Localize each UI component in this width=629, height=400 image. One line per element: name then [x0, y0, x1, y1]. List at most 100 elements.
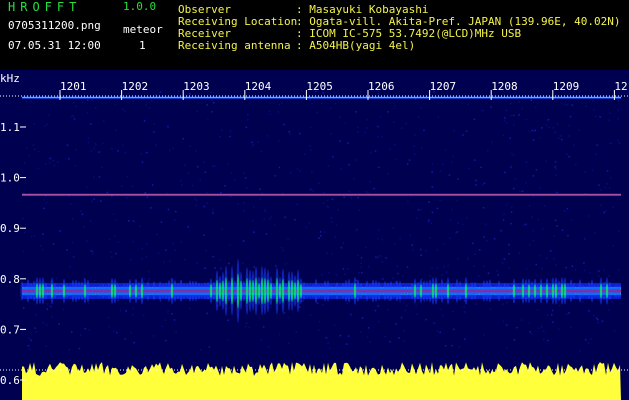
noise-speck [357, 196, 359, 199]
noise-speck [437, 116, 440, 119]
noise-speck [408, 159, 411, 161]
noise-speck [151, 184, 154, 186]
noise-speck [211, 111, 213, 113]
noise-speck [518, 252, 521, 255]
noise-speck [378, 92, 380, 95]
noise-speck [114, 103, 117, 106]
noise-speck [145, 255, 148, 258]
burst [443, 283, 447, 299]
noise-speck [559, 135, 562, 137]
noise-speck [340, 168, 342, 170]
noise-speck [366, 336, 369, 338]
noise-speck [194, 198, 196, 200]
noise-speck [436, 249, 438, 251]
burst [341, 283, 345, 299]
noise-speck [555, 174, 557, 176]
burst [410, 283, 414, 299]
y-tick-label: 0.9 [0, 222, 20, 235]
burst-core [140, 283, 144, 299]
noise-speck [195, 149, 197, 152]
noise-speck [278, 333, 281, 336]
noise-speck [206, 104, 208, 106]
noise-speck [174, 249, 177, 251]
burst [365, 280, 369, 302]
noise-speck [141, 248, 144, 250]
noise-speck [367, 192, 369, 194]
noise-speck [335, 224, 338, 226]
noise-speck [90, 123, 92, 125]
noise-speck [439, 308, 442, 311]
noise-speck [400, 127, 403, 129]
burst [428, 279, 432, 303]
noise-speck [182, 138, 185, 140]
noise-speck [358, 209, 361, 211]
burst [242, 280, 246, 302]
noise-speck [302, 300, 304, 302]
burst-core [134, 284, 138, 298]
burst [389, 281, 393, 301]
noise-speck [592, 314, 595, 317]
noise-speck [374, 150, 377, 152]
noise-speck [457, 178, 459, 180]
burst-core [560, 283, 564, 299]
noise-speck [93, 279, 96, 282]
noise-speck [462, 134, 464, 136]
noise-speck [417, 116, 420, 118]
app-brand: HROFFT [8, 0, 82, 14]
noise-speck [122, 108, 124, 110]
burst-core [434, 283, 438, 299]
noise-speck [325, 337, 328, 339]
burst [125, 283, 129, 299]
noise-speck [428, 219, 430, 222]
noise-speck [106, 191, 109, 194]
noise-speck [358, 272, 360, 274]
burst [80, 281, 84, 301]
x-tick-label: 1204 [245, 80, 272, 93]
noise-speck [417, 208, 420, 211]
noise-speck [243, 202, 245, 204]
noise-speck [502, 219, 505, 221]
noise-speck [550, 250, 552, 252]
noise-speck [243, 240, 245, 242]
noise-speck [444, 149, 447, 151]
noise-speck [68, 158, 70, 160]
noise-speck [557, 123, 559, 125]
burst-core [353, 283, 357, 299]
noise-speck [355, 279, 358, 282]
noise-speck [333, 324, 336, 327]
noise-speck [203, 234, 205, 236]
burst [323, 280, 327, 302]
noise-speck [566, 104, 568, 106]
noise-speck [505, 324, 508, 326]
noise-speck [420, 254, 422, 256]
burst [557, 280, 561, 302]
noise-speck [245, 126, 248, 129]
noise-speck [481, 109, 483, 112]
burst [122, 283, 126, 299]
noise-speck [172, 148, 174, 150]
burst-core [263, 277, 267, 304]
noise-speck [319, 231, 322, 233]
burst-core [527, 284, 531, 298]
noise-speck [592, 100, 594, 102]
noise-speck [153, 335, 155, 337]
noise-speck [246, 322, 248, 324]
noise-speck [551, 314, 553, 316]
burst [356, 279, 360, 302]
burst [494, 285, 498, 297]
noise-speck [342, 268, 345, 270]
noise-speck [357, 126, 359, 129]
noise-speck [579, 349, 581, 352]
noise-speck [584, 269, 586, 272]
noise-speck [533, 130, 535, 132]
noise-speck [545, 124, 548, 126]
noise-speck [385, 257, 387, 259]
burst [584, 285, 588, 297]
noise-speck [542, 228, 544, 230]
noise-speck [345, 343, 348, 345]
burst [437, 283, 441, 299]
noise-speck [617, 99, 620, 102]
noise-speck [335, 274, 338, 276]
noise-speck [220, 191, 222, 194]
burst [191, 280, 195, 302]
